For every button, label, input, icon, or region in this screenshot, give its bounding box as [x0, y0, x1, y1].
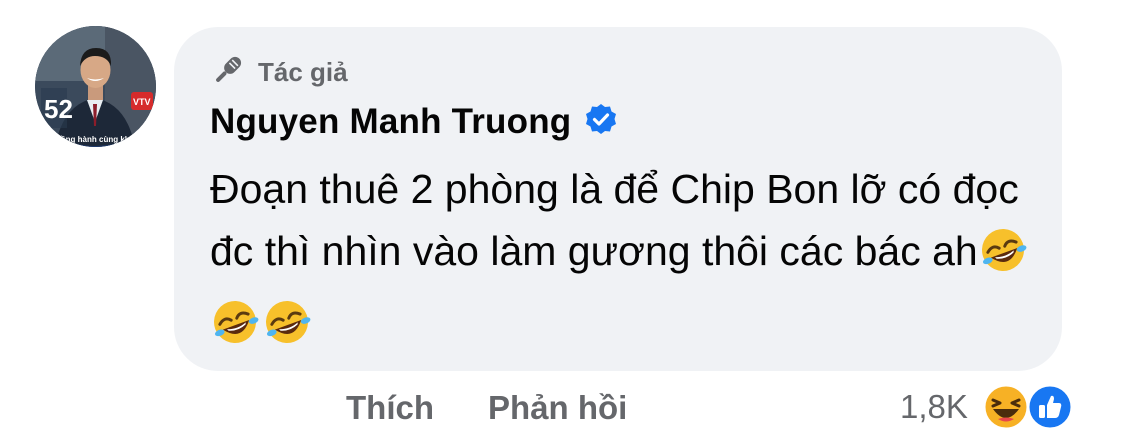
author-name[interactable]: Nguyen Manh Truong — [210, 102, 571, 142]
avatar-image: 52 VTV Đồng hành cùng khán giả — [35, 26, 156, 147]
rofl-emoji-icon — [262, 297, 312, 364]
rofl-emoji-icon — [210, 297, 260, 364]
comment: 52 VTV Đồng hành cùng khán giả Tác giả N… — [0, 0, 1125, 439]
like-action-button[interactable]: Thích — [346, 389, 434, 427]
rofl-emoji-icon — [978, 225, 1028, 292]
badge-label: Tác giả — [258, 56, 348, 87]
avatar-caption: Đồng hành cùng khán giả — [55, 135, 153, 144]
comment-body: Đoạn thuê 2 phòng là để Chip Bon lỡ có đ… — [210, 166, 1019, 274]
reaction-icons — [982, 383, 1080, 431]
reply-action-button[interactable]: Phản hồi — [488, 389, 627, 427]
author-row: Nguyen Manh Truong — [210, 98, 619, 146]
comment-actions: Thích Phản hồi — [346, 386, 627, 430]
comment-text: Đoạn thuê 2 phòng là để Chip Bon lỡ có đ… — [210, 158, 1040, 364]
reaction-count: 1,8K — [900, 388, 968, 425]
avatar-number: 52 — [44, 94, 73, 124]
avatar[interactable]: 52 VTV Đồng hành cùng khán giả — [35, 26, 156, 147]
like-reaction-icon — [1026, 383, 1074, 436]
avatar-logo: VTV — [133, 97, 151, 107]
verified-badge-icon — [583, 102, 619, 143]
haha-reaction-icon — [982, 383, 1030, 436]
author-badge: Tác giả — [210, 52, 348, 92]
microphone-icon — [210, 52, 246, 93]
reaction-summary[interactable]: 1,8K — [900, 383, 1080, 431]
